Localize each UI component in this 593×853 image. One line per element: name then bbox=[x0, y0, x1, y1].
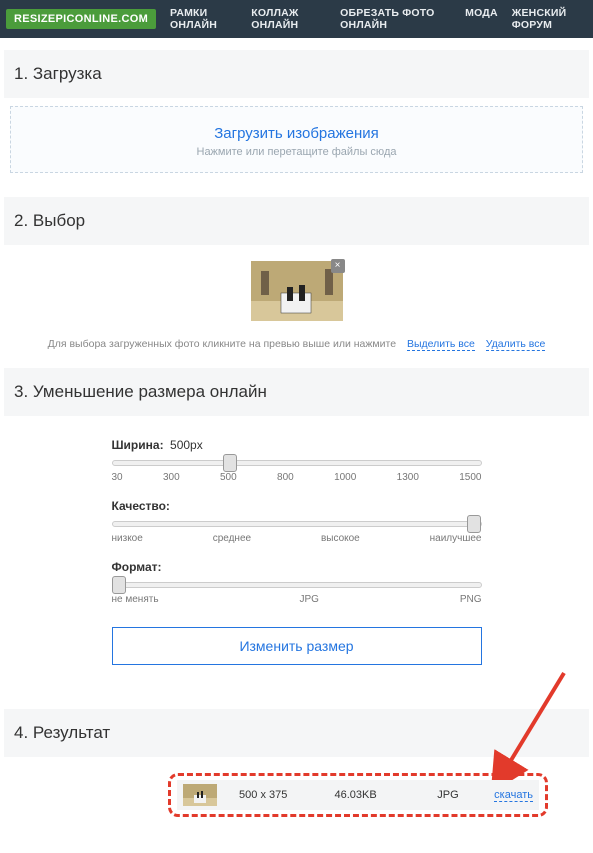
nav-crop[interactable]: ОБРЕЗАТЬ ФОТО ОНЛАЙН bbox=[340, 7, 451, 31]
nav-frames[interactable]: РАМКИ ОНЛАЙН bbox=[170, 7, 237, 31]
tick: JPG bbox=[299, 594, 318, 605]
select-caption: Для выбора загруженных фото кликните на … bbox=[4, 338, 589, 350]
quality-label: Качество: bbox=[112, 499, 170, 513]
tick: 300 bbox=[163, 472, 180, 483]
format-ticks: не менять JPG PNG bbox=[112, 594, 482, 605]
width-value: 500px bbox=[170, 438, 203, 452]
quality-ticks: низкое среднее высокое наилучшее bbox=[112, 533, 482, 544]
result-filesize: 46.03KB bbox=[309, 789, 401, 801]
thumbnail-image bbox=[251, 261, 343, 321]
nav-forum[interactable]: ЖЕНСКИЙ ФОРУМ bbox=[512, 7, 587, 31]
tick: 30 bbox=[112, 472, 123, 483]
main-nav: РАМКИ ОНЛАЙН КОЛЛАЖ ОНЛАЙН ОБРЕЗАТЬ ФОТО… bbox=[170, 7, 587, 31]
upload-dropzone[interactable]: Загрузить изображения Нажмите или перета… bbox=[10, 106, 583, 173]
tick: 800 bbox=[277, 472, 294, 483]
resize-controls: Ширина: 500px 30 300 500 800 1000 1300 1… bbox=[112, 436, 482, 665]
nav-fashion[interactable]: МОДА bbox=[465, 7, 498, 31]
thumbnail[interactable]: × bbox=[251, 261, 343, 321]
result-highlight: 500 x 375 46.03KB JPG скачать bbox=[168, 773, 548, 817]
result-thumbnail bbox=[183, 784, 217, 806]
select-caption-text: Для выбора загруженных фото кликните на … bbox=[48, 338, 396, 350]
width-label: Ширина: bbox=[112, 438, 164, 452]
section-upload-title: 1. Загрузка bbox=[4, 50, 589, 98]
width-ticks: 30 300 500 800 1000 1300 1500 bbox=[112, 472, 482, 483]
result-area: 500 x 375 46.03KB JPG скачать bbox=[4, 763, 589, 833]
upload-link[interactable]: Загрузить изображения bbox=[11, 125, 582, 142]
tick: среднее bbox=[213, 533, 251, 544]
section-resize-title: 3. Уменьшение размера онлайн bbox=[4, 368, 589, 416]
tick: 1000 bbox=[334, 472, 356, 483]
delete-all-link[interactable]: Удалить все bbox=[486, 338, 546, 351]
thumbnail-remove-icon[interactable]: × bbox=[331, 259, 345, 273]
result-row: 500 x 375 46.03KB JPG скачать bbox=[177, 780, 539, 810]
tick: 1500 bbox=[459, 472, 481, 483]
tick: низкое bbox=[112, 533, 143, 544]
tick: не менять bbox=[112, 594, 159, 605]
nav-collage[interactable]: КОЛЛАЖ ОНЛАЙН bbox=[251, 7, 326, 31]
tick: наилучшее bbox=[430, 533, 482, 544]
width-slider[interactable] bbox=[112, 460, 482, 466]
tick: PNG bbox=[460, 594, 482, 605]
tick: 1300 bbox=[397, 472, 419, 483]
tick: высокое bbox=[321, 533, 360, 544]
resize-button[interactable]: Изменить размер bbox=[112, 627, 482, 665]
brand-badge[interactable]: RESIZEPICONLINE.COM bbox=[6, 9, 156, 29]
format-label: Формат: bbox=[112, 560, 162, 574]
top-navbar: RESIZEPICONLINE.COM РАМКИ ОНЛАЙН КОЛЛАЖ … bbox=[0, 0, 593, 38]
section-result-title: 4. Результат bbox=[4, 709, 589, 757]
download-link[interactable]: скачать bbox=[494, 789, 533, 802]
result-dimensions: 500 x 375 bbox=[217, 789, 309, 801]
select-all-link[interactable]: Выделить все bbox=[407, 338, 475, 351]
thumbnails: × Для выбора загруженных фото кликните н… bbox=[4, 261, 589, 350]
upload-hint: Нажмите или перетащите файлы сюда bbox=[11, 146, 582, 158]
quality-slider[interactable] bbox=[112, 521, 482, 527]
format-slider[interactable] bbox=[112, 582, 482, 588]
tick: 500 bbox=[220, 472, 237, 483]
result-format: JPG bbox=[402, 789, 494, 801]
section-select-title: 2. Выбор bbox=[4, 197, 589, 245]
